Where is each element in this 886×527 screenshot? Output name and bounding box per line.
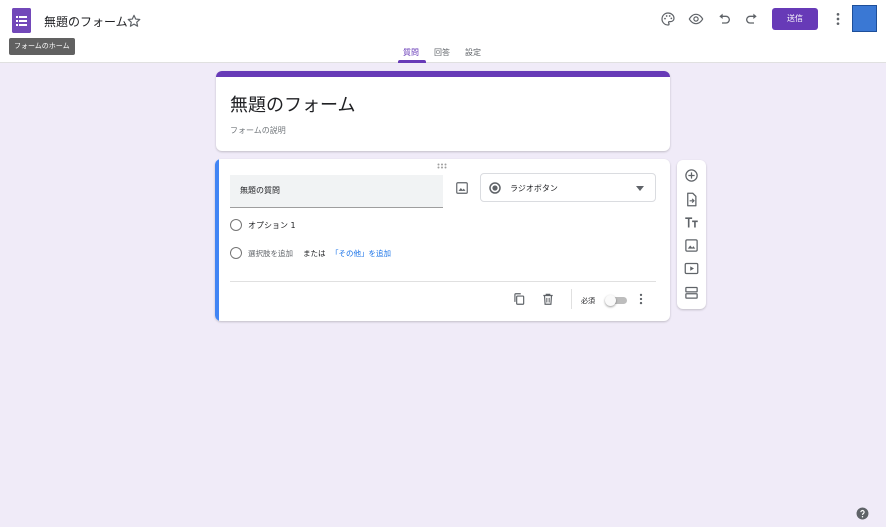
forms-app-icon[interactable] bbox=[12, 8, 31, 33]
tab-settings[interactable]: 設定 bbox=[465, 47, 481, 58]
add-video-icon[interactable] bbox=[684, 261, 699, 276]
question-focus-bar bbox=[215, 159, 219, 321]
duplicate-icon[interactable] bbox=[512, 292, 526, 306]
more-vert-icon[interactable] bbox=[830, 11, 846, 27]
account-avatar[interactable] bbox=[852, 5, 877, 32]
star-icon[interactable] bbox=[126, 13, 142, 29]
question-title-input[interactable]: 無題の質問 bbox=[230, 175, 443, 208]
radio-button-icon bbox=[489, 182, 501, 194]
required-label: 必須 bbox=[581, 297, 595, 305]
radio-circle-icon bbox=[230, 219, 242, 231]
import-questions-icon[interactable] bbox=[684, 192, 699, 207]
add-question-icon[interactable] bbox=[684, 168, 699, 183]
title-card-accent bbox=[216, 71, 670, 77]
top-header: 無題のフォーム フォームのホーム 送信 質問 回答 設定 bbox=[0, 0, 886, 63]
footer-separator bbox=[571, 289, 572, 309]
question-type-select[interactable]: ラジオボタン bbox=[480, 173, 656, 202]
add-other-link[interactable]: 「その他」を追加 bbox=[331, 248, 391, 259]
eye-icon[interactable] bbox=[688, 11, 704, 27]
chevron-down-icon bbox=[636, 186, 644, 191]
question-card: 無題の質問 ラジオボタン オプション 1 選択肢を追加 または 「その他」を追加… bbox=[215, 159, 670, 321]
radio-circle-icon bbox=[230, 247, 242, 259]
footer-divider bbox=[230, 281, 656, 282]
form-title[interactable]: 無題のフォーム bbox=[230, 91, 355, 117]
required-toggle[interactable] bbox=[605, 295, 627, 306]
document-title[interactable]: 無題のフォーム bbox=[44, 13, 128, 30]
drag-handle-icon[interactable] bbox=[437, 163, 447, 169]
help-icon[interactable] bbox=[856, 507, 869, 520]
question-title-text: 無題の質問 bbox=[240, 186, 280, 195]
send-button[interactable]: 送信 bbox=[772, 8, 818, 30]
option-label[interactable]: オプション 1 bbox=[248, 220, 296, 231]
add-title-icon[interactable] bbox=[684, 215, 699, 230]
tab-responses[interactable]: 回答 bbox=[434, 47, 450, 58]
or-text: または bbox=[303, 249, 326, 258]
undo-icon[interactable] bbox=[716, 11, 732, 27]
more-vert-icon[interactable] bbox=[634, 292, 648, 306]
question-type-label: ラジオボタン bbox=[510, 184, 558, 193]
trash-icon[interactable] bbox=[541, 292, 555, 306]
add-image-icon[interactable] bbox=[455, 181, 469, 195]
add-option-link[interactable]: 選択肢を追加 bbox=[248, 248, 293, 259]
add-section-icon[interactable] bbox=[684, 285, 699, 300]
form-tabs: 質問 回答 設定 bbox=[0, 45, 886, 63]
add-image-icon[interactable] bbox=[684, 238, 699, 253]
floating-toolbar bbox=[677, 160, 706, 309]
active-tab-indicator bbox=[398, 60, 426, 63]
palette-icon[interactable] bbox=[660, 11, 676, 27]
redo-icon[interactable] bbox=[744, 11, 760, 27]
form-description-field[interactable]: フォームの説明 bbox=[230, 125, 286, 136]
toggle-knob bbox=[605, 295, 616, 306]
tab-questions[interactable]: 質問 bbox=[403, 47, 419, 58]
form-title-card: 無題のフォーム フォームの説明 bbox=[216, 71, 670, 151]
